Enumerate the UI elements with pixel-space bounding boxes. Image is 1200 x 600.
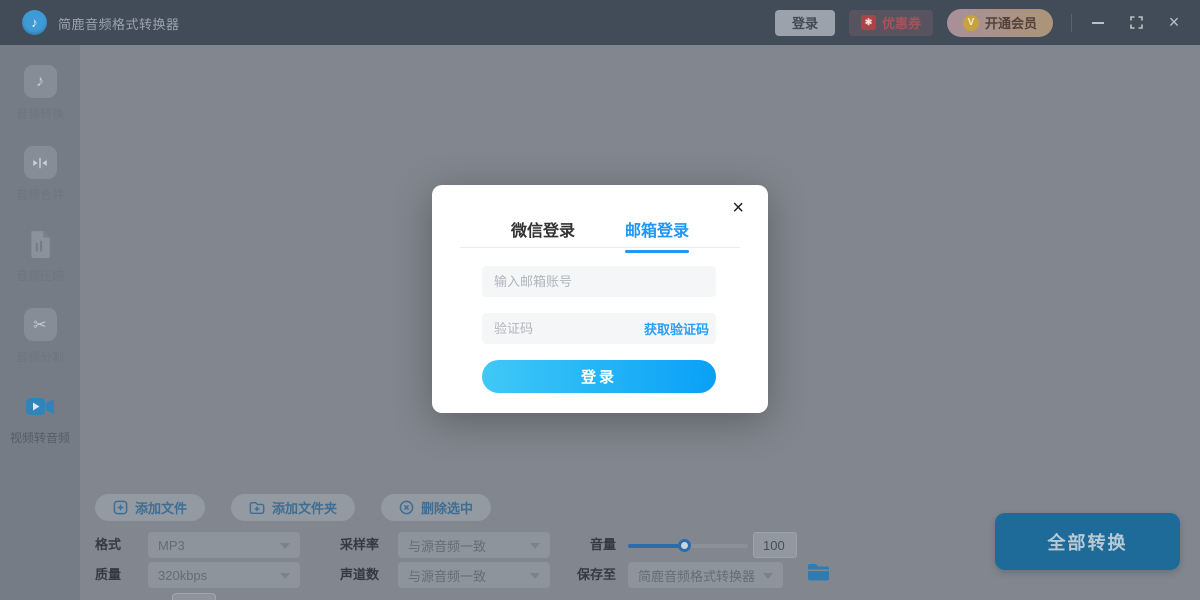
delete-circle-icon <box>399 500 414 515</box>
maximize-icon[interactable] <box>1128 15 1144 31</box>
add-file-icon <box>113 500 128 515</box>
folder-icon <box>808 564 829 581</box>
email-field-wrap <box>482 266 716 297</box>
save-to-value: 简鹿音频格式转换器 <box>638 566 755 585</box>
volume-slider[interactable] <box>628 544 748 548</box>
partial-element <box>172 593 216 600</box>
volume-value-box[interactable]: 100 <box>753 532 797 558</box>
get-code-button[interactable]: 获取验证码 <box>644 319 709 338</box>
add-file-button[interactable]: 添加文件 <box>95 494 205 521</box>
app-logo-icon: ♪ <box>22 10 47 35</box>
verification-code-field[interactable] <box>494 321 624 336</box>
titlebar: ♪ 简鹿音频格式转换器 登录 ✱ 优惠券 V 开通会员 × <box>0 0 1200 45</box>
chevron-down-icon <box>530 573 540 579</box>
quality-label: 质量 <box>95 562 121 588</box>
login-button[interactable]: 登录 <box>775 10 835 36</box>
compress-file-icon <box>24 227 57 260</box>
quality-value: 320kbps <box>158 568 207 583</box>
delete-selected-button[interactable]: 删除选中 <box>381 494 491 521</box>
sidebar-item-label: 视频转音频 <box>10 429 70 446</box>
modal-login-button[interactable]: 登录 <box>482 360 716 393</box>
sidebar-item-label: 音频转换 <box>16 105 64 122</box>
chevron-down-icon <box>280 543 290 549</box>
save-to-label: 保存至 <box>577 562 616 588</box>
close-window-icon[interactable]: × <box>1166 15 1182 31</box>
sidebar: ♪ 音频转换 音频合并 音频压缩 ✂ 音频 <box>0 45 80 600</box>
app-window: ♪ 简鹿音频格式转换器 登录 ✱ 优惠券 V 开通会员 × <box>0 0 1200 600</box>
open-folder-button[interactable] <box>807 564 829 584</box>
titlebar-actions: 登录 ✱ 优惠券 V 开通会员 × <box>775 0 1182 45</box>
add-file-label: 添加文件 <box>135 498 187 517</box>
chevron-down-icon <box>763 573 773 579</box>
sidebar-item-audio-merge[interactable]: 音频合并 <box>0 146 80 203</box>
volume-label: 音量 <box>590 532 616 558</box>
quality-select[interactable]: 320kbps <box>148 562 300 588</box>
sample-rate-label: 采样率 <box>340 532 379 558</box>
vip-label: 开通会员 <box>985 13 1037 32</box>
format-label: 格式 <box>95 532 121 558</box>
sample-rate-value: 与源音频一致 <box>408 536 486 555</box>
window-controls: × <box>1090 15 1182 31</box>
sidebar-item-label: 音频分割 <box>16 348 64 365</box>
vip-crown-icon: V <box>963 15 979 31</box>
add-folder-button[interactable]: 添加文件夹 <box>231 494 355 521</box>
code-field-wrap: 获取验证码 <box>482 313 716 344</box>
merge-arrows-icon <box>24 146 57 179</box>
coupon-label: 优惠券 <box>882 13 921 32</box>
sidebar-item-label: 音频压缩 <box>16 267 64 284</box>
coupon-icon: ✱ <box>861 15 876 30</box>
music-note-icon: ♪ <box>24 65 57 98</box>
file-toolbar: 添加文件 添加文件夹 删除选中 <box>95 494 491 521</box>
channels-label: 声道数 <box>340 562 379 588</box>
chevron-down-icon <box>280 573 290 579</box>
volume-slider-thumb[interactable] <box>678 539 691 552</box>
login-modal: × 微信登录 邮箱登录 获取验证码 登录 <box>432 185 768 413</box>
close-icon[interactable]: × <box>732 198 744 218</box>
channels-value: 与源音频一致 <box>408 566 486 585</box>
volume-value: 100 <box>763 538 785 553</box>
channels-select[interactable]: 与源音频一致 <box>398 562 550 588</box>
convert-all-button[interactable]: 全部转换 <box>995 513 1180 570</box>
video-camera-icon <box>24 389 57 422</box>
sidebar-item-audio-compress[interactable]: 音频压缩 <box>0 227 80 284</box>
chevron-down-icon <box>530 543 540 549</box>
app-title: 简鹿音频格式转换器 <box>58 14 180 33</box>
sample-rate-select[interactable]: 与源音频一致 <box>398 532 550 558</box>
format-select[interactable]: MP3 <box>148 532 300 558</box>
add-folder-label: 添加文件夹 <box>272 498 337 517</box>
tabs-divider <box>460 247 740 248</box>
titlebar-divider <box>1071 14 1072 32</box>
format-value: MP3 <box>158 538 185 553</box>
sidebar-item-label: 音频合并 <box>16 186 64 203</box>
sidebar-item-audio-convert[interactable]: ♪ 音频转换 <box>0 65 80 122</box>
sidebar-item-video-to-audio[interactable]: 视频转音频 <box>0 389 80 446</box>
save-to-select[interactable]: 简鹿音频格式转换器 <box>628 562 783 588</box>
email-field[interactable] <box>494 274 704 289</box>
sidebar-item-audio-split[interactable]: ✂ 音频分割 <box>0 308 80 365</box>
add-folder-icon <box>249 501 265 515</box>
coupon-button[interactable]: ✱ 优惠券 <box>849 10 933 36</box>
scissors-icon: ✂ <box>24 308 57 341</box>
delete-selected-label: 删除选中 <box>421 498 473 517</box>
vip-button[interactable]: V 开通会员 <box>947 9 1053 37</box>
minimize-icon[interactable] <box>1090 15 1106 31</box>
